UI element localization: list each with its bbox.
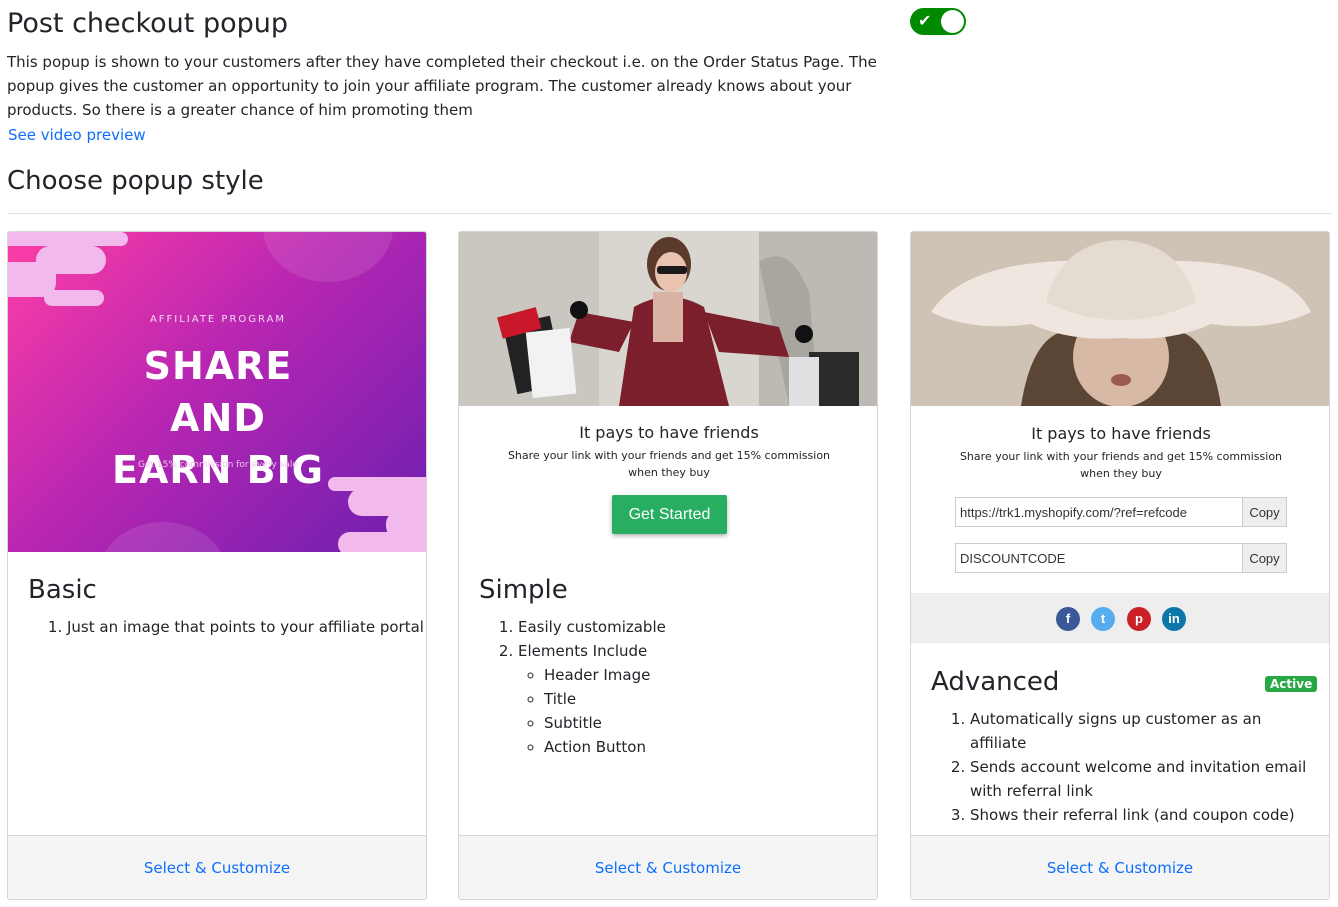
decor-blob (44, 290, 104, 306)
get-started-button: Get Started (612, 495, 727, 534)
card-footer: Select & Customize (459, 835, 877, 899)
decor-circle (98, 522, 228, 552)
sub-feature-item: Action Button (544, 735, 666, 759)
popup-subtitle: Share your link with your friends and ge… (507, 449, 831, 479)
discount-code-field (956, 544, 1242, 572)
card-footer: Select & Customize (911, 835, 1329, 899)
facebook-icon: f (1056, 607, 1080, 631)
active-badge: Active (1265, 676, 1318, 692)
page-title: Post checkout popup (7, 8, 289, 39)
select-customize-advanced[interactable]: Select & Customize (1047, 859, 1193, 877)
popup-enabled-toggle[interactable]: ✔ (910, 8, 966, 35)
divider (7, 213, 1332, 214)
linkedin-icon: in (1162, 607, 1186, 631)
sub-feature-item: Title (544, 687, 666, 711)
card-title: Advanced (931, 667, 1060, 697)
referral-link-group: Copy (955, 497, 1287, 527)
style-card-simple: It pays to have friends Share your link … (458, 231, 878, 900)
card-footer: Select & Customize (8, 835, 426, 899)
hat-woman-illustration (911, 232, 1329, 406)
select-customize-basic[interactable]: Select & Customize (144, 859, 290, 877)
feature-item: Just an image that points to your affili… (67, 615, 424, 639)
sub-feature-item: Subtitle (544, 711, 666, 735)
sub-feature-list: Header Image Title Subtitle Action Butto… (518, 663, 666, 759)
decor-circle (263, 232, 393, 282)
popup-title: It pays to have friends (1031, 424, 1211, 443)
toggle-knob (941, 10, 964, 33)
advanced-header-image (911, 232, 1329, 406)
check-icon: ✔ (918, 11, 932, 30)
feature-item: Elements Include Header Image Title Subt… (518, 639, 666, 759)
promo-kicker: AFFILIATE PROGRAM (149, 314, 287, 325)
social-share-bar: f t p in (911, 593, 1329, 643)
copy-code-button: Copy (1242, 544, 1286, 572)
feature-item: Easily customizable (518, 615, 666, 639)
popup-subtitle: Share your link with your friends and ge… (959, 450, 1283, 480)
popup-description: This popup is shown to your customers af… (7, 53, 877, 119)
referral-link-field (956, 498, 1242, 526)
feature-item: Shows their referral link (and coupon co… (970, 803, 1310, 827)
promo-subline: Get 15% commission for every sale (138, 460, 298, 470)
feature-list: Just an image that points to your affili… (28, 615, 424, 639)
twitter-icon: t (1091, 607, 1115, 631)
promo-headline: SHARE AND EARN BIG (112, 344, 324, 492)
feature-item: Automatically signs up customer as an af… (970, 707, 1310, 755)
card-title: Simple (479, 575, 568, 605)
simple-header-image (459, 232, 877, 406)
style-card-advanced: It pays to have friends Share your link … (910, 231, 1330, 900)
card-title: Basic (28, 575, 97, 605)
basic-preview-image: AFFILIATE PROGRAM SHARE AND EARN BIG Get… (8, 232, 426, 552)
discount-code-group: Copy (955, 543, 1287, 573)
pinterest-icon: p (1127, 607, 1151, 631)
decor-blob (338, 532, 426, 552)
select-customize-simple[interactable]: Select & Customize (595, 859, 741, 877)
popup-title: It pays to have friends (579, 423, 759, 442)
decor-blob (8, 232, 128, 246)
feature-list: Easily customizable Elements Include Hea… (479, 615, 666, 759)
style-card-basic: AFFILIATE PROGRAM SHARE AND EARN BIG Get… (7, 231, 427, 900)
sub-feature-item: Header Image (544, 663, 666, 687)
copy-link-button: Copy (1242, 498, 1286, 526)
video-preview-link[interactable]: See video preview (8, 126, 146, 144)
section-title: Choose popup style (7, 166, 264, 196)
feature-item: Sends account welcome and invitation ema… (970, 755, 1310, 803)
shopping-woman-illustration (459, 232, 877, 406)
feature-list: Automatically signs up customer as an af… (931, 707, 1310, 827)
